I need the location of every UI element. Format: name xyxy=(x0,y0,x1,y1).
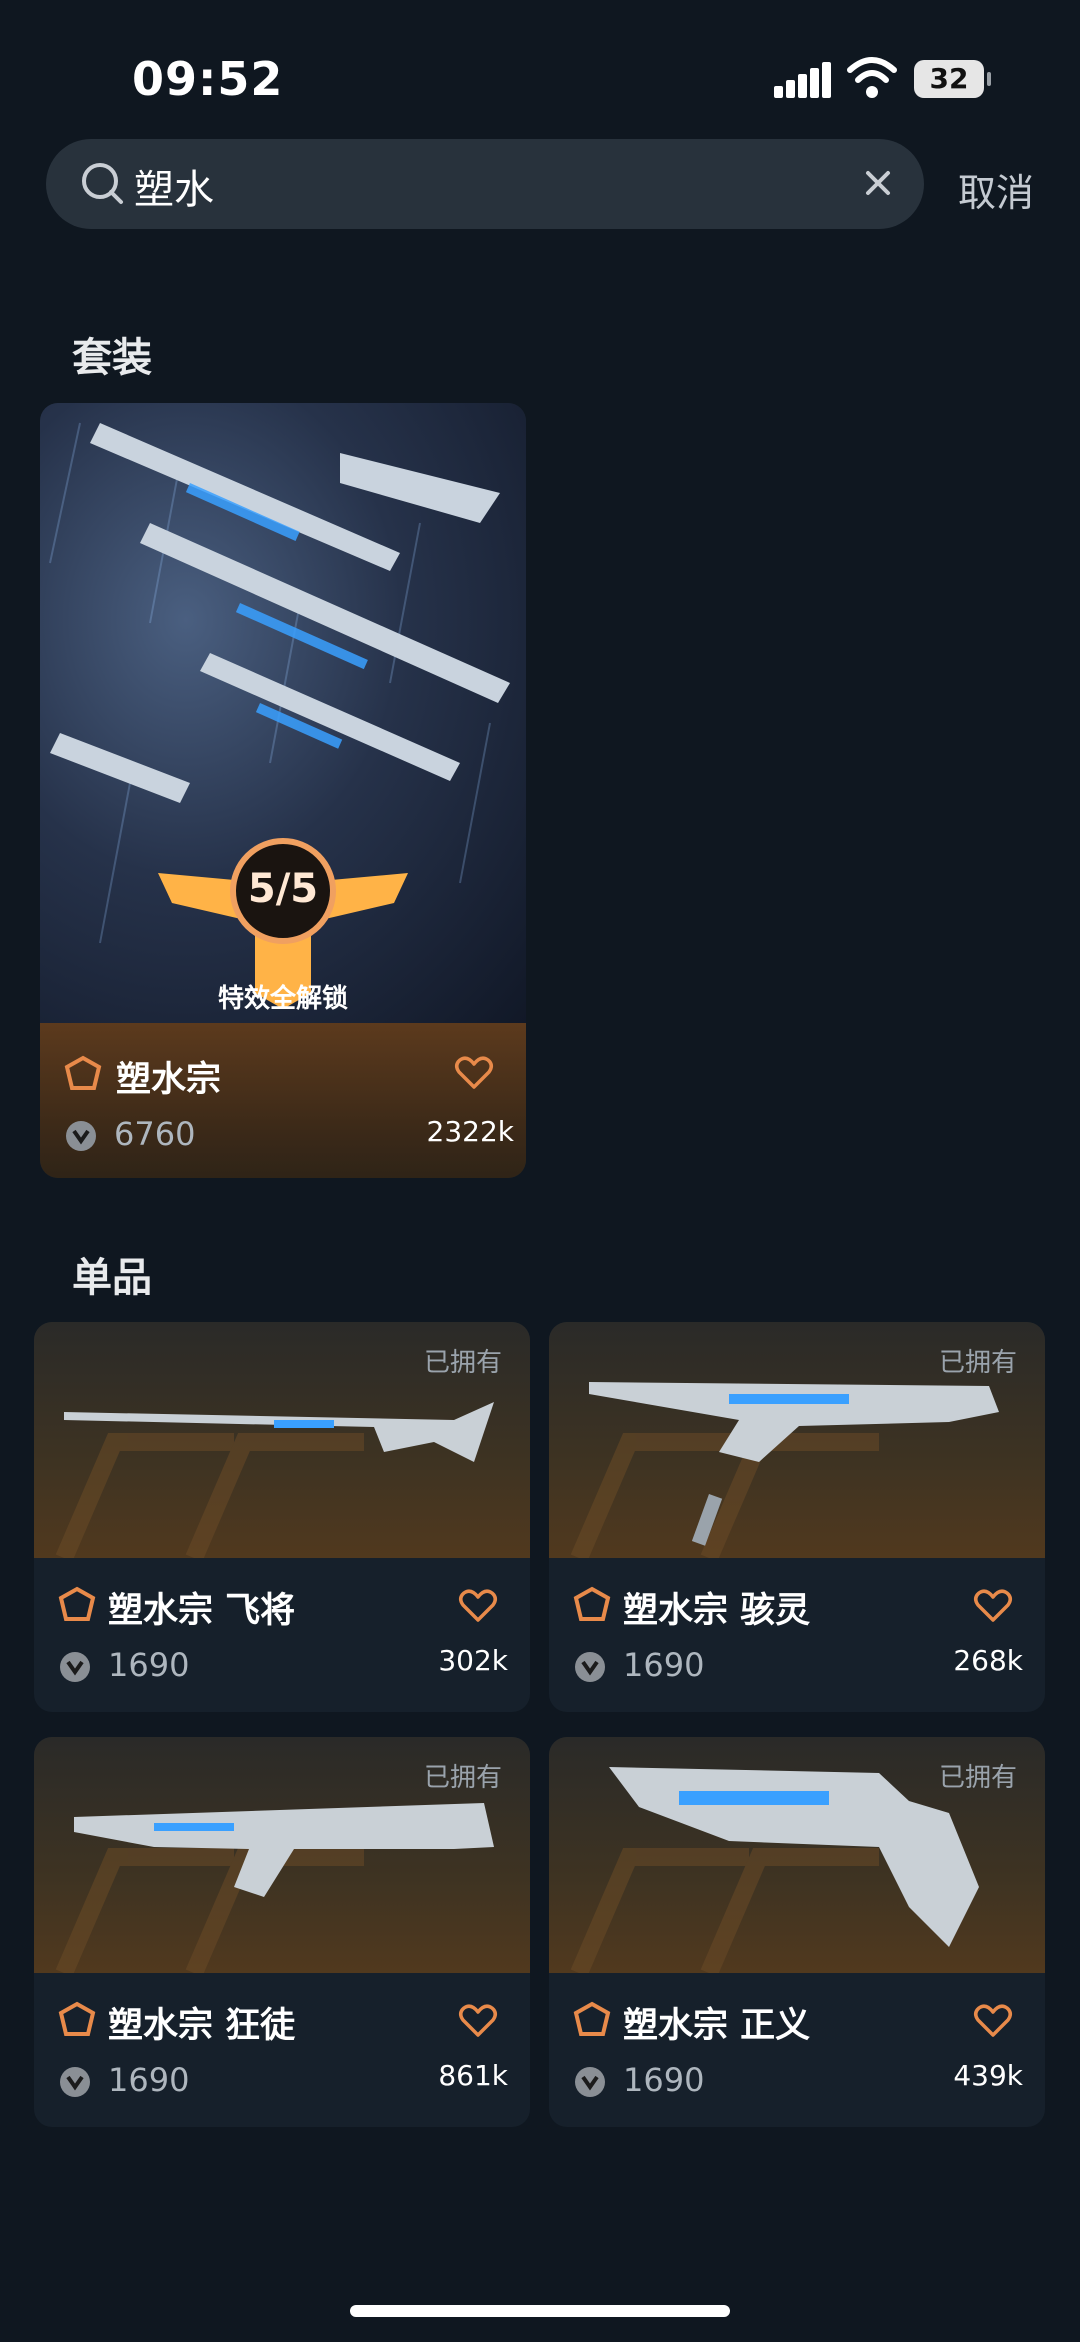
item-likes: 268k xyxy=(953,1644,1023,1677)
item-likes: 861k xyxy=(438,2059,508,2092)
wifi-icon xyxy=(847,57,897,98)
unlock-label: 特效全解锁 xyxy=(217,984,348,1014)
item-name: 塑水宗 飞将 xyxy=(108,1591,296,1631)
item-image: 已拥有 xyxy=(549,1322,1045,1558)
heart-icon[interactable] xyxy=(458,2003,498,2039)
heart-icon[interactable] xyxy=(458,1588,498,1624)
item-card[interactable]: 已拥有 塑水宗 飞将 1690 302k xyxy=(34,1322,530,1712)
item-price: 1690 xyxy=(108,1646,190,1684)
tier-badge-icon xyxy=(64,1055,102,1090)
item-card[interactable]: 已拥有 塑水宗 正义 1690 439k xyxy=(549,1737,1045,2127)
item-price: 1690 xyxy=(623,1646,705,1684)
owned-badge: 已拥有 xyxy=(938,1348,1017,1378)
cancel-button[interactable]: 取消 xyxy=(958,162,1034,217)
item-price: 1690 xyxy=(108,2061,190,2099)
set-card-footer: 塑水宗 6760 2322k xyxy=(40,1023,526,1178)
section-title-set: 套装 xyxy=(72,335,152,381)
set-likes: 2322k xyxy=(426,1115,514,1148)
section-title-single: 单品 xyxy=(72,1255,152,1301)
vp-currency-icon xyxy=(66,1121,96,1151)
status-bar: 09:52 32 xyxy=(0,0,1080,140)
set-card[interactable]: 5/5 特效全解锁 塑水宗 6760 2322k xyxy=(40,403,526,1178)
battery-indicator: 32 xyxy=(914,60,991,98)
item-card[interactable]: 已拥有 塑水宗 狂徒 1690 861k xyxy=(34,1737,530,2127)
tier-badge-icon xyxy=(573,2001,611,2036)
heart-icon[interactable] xyxy=(973,1588,1013,1624)
set-name: 塑水宗 xyxy=(116,1060,222,1100)
heart-icon[interactable] xyxy=(973,2003,1013,2039)
vp-currency-icon xyxy=(575,1652,605,1682)
search-icon xyxy=(82,163,123,204)
item-image: 已拥有 xyxy=(34,1322,530,1558)
item-name: 塑水宗 骇灵 xyxy=(623,1591,811,1631)
heart-icon[interactable] xyxy=(454,1055,494,1091)
owned-badge: 已拥有 xyxy=(423,1348,502,1378)
item-image: 已拥有 xyxy=(549,1737,1045,1973)
vp-currency-icon xyxy=(60,1652,90,1682)
search-bar[interactable]: 塑水 xyxy=(46,139,924,229)
tier-badge-icon xyxy=(58,2001,96,2036)
cellular-signal-icon xyxy=(774,62,831,98)
set-price: 6760 xyxy=(114,1115,196,1153)
item-name: 塑水宗 狂徒 xyxy=(108,2006,296,2046)
item-name: 塑水宗 正义 xyxy=(623,2006,811,2046)
vp-currency-icon xyxy=(575,2067,605,2097)
tier-badge-icon xyxy=(58,1586,96,1621)
set-artwork: 5/5 特效全解锁 xyxy=(40,403,526,1023)
close-icon[interactable] xyxy=(854,159,902,207)
clock: 09:52 xyxy=(132,52,284,106)
home-indicator[interactable] xyxy=(350,2305,730,2317)
unlock-score: 5/5 xyxy=(247,866,319,912)
owned-badge: 已拥有 xyxy=(938,1763,1017,1793)
search-input[interactable]: 塑水 xyxy=(134,157,214,215)
item-card[interactable]: 已拥有 塑水宗 骇灵 1690 268k xyxy=(549,1322,1045,1712)
item-price: 1690 xyxy=(623,2061,705,2099)
item-likes: 439k xyxy=(953,2059,1023,2092)
item-likes: 302k xyxy=(438,1644,508,1677)
owned-badge: 已拥有 xyxy=(423,1763,502,1793)
item-image: 已拥有 xyxy=(34,1737,530,1973)
tier-badge-icon xyxy=(573,1586,611,1621)
vp-currency-icon xyxy=(60,2067,90,2097)
